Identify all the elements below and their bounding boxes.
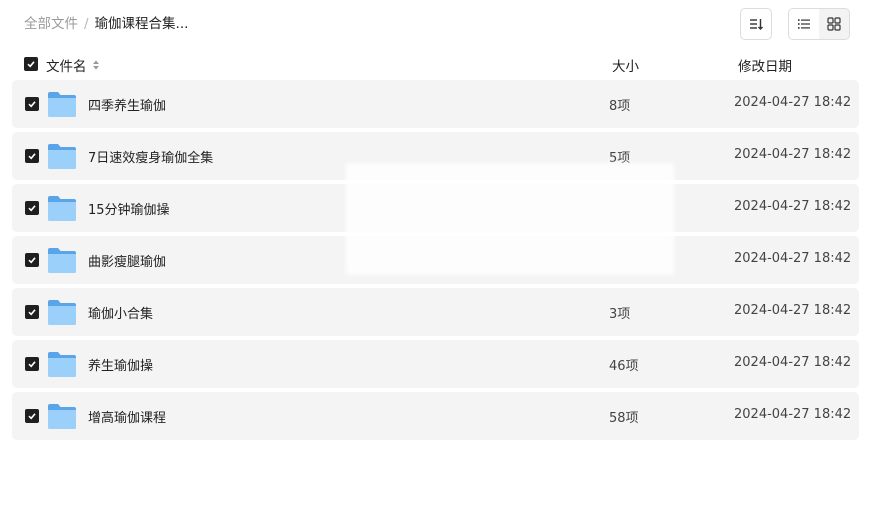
file-name[interactable]: 养生瑜伽操 (88, 355, 153, 374)
sort-button[interactable] (740, 8, 772, 40)
file-size: 46项 (609, 359, 639, 374)
view-toggle (788, 8, 850, 40)
file-date: 2024-04-27 18:42 (734, 355, 852, 370)
file-date: 2024-04-27 18:42 (734, 407, 852, 422)
folder-icon (48, 248, 76, 273)
grid-view-icon (827, 17, 841, 31)
date-column-header[interactable]: 修改日期 (738, 55, 792, 75)
file-date: 2024-04-27 18:42 (734, 199, 852, 214)
check-icon (28, 101, 36, 108)
file-name[interactable]: 增高瑜伽课程 (88, 407, 166, 426)
folder-icon (48, 92, 76, 117)
breadcrumb: 全部文件 / 瑜伽课程合集... (24, 15, 188, 33)
sort-toggle-icon (92, 60, 99, 70)
file-date: 2024-04-27 18:42 (734, 147, 852, 162)
sort-desc-icon (750, 19, 763, 30)
breadcrumb-separator: / (84, 16, 89, 32)
check-icon (28, 413, 36, 420)
list-view-icon (798, 19, 810, 29)
file-date: 2024-04-27 18:42 (734, 95, 852, 110)
row-checkbox[interactable] (25, 253, 39, 267)
folder-icon (48, 144, 76, 169)
grid-view-button[interactable] (819, 9, 849, 39)
file-name[interactable]: 四季养生瑜伽 (88, 95, 166, 114)
table-header: 文件名 大小 修改日期 (0, 52, 874, 76)
table-row[interactable]: 瑜伽小合集 3项 2024-04-27 18:42 (12, 288, 859, 336)
folder-icon (48, 196, 76, 221)
check-icon (28, 309, 36, 316)
file-name[interactable]: 7日速效瘦身瑜伽全集 (88, 147, 213, 166)
row-checkbox[interactable] (25, 97, 39, 111)
size-column-header[interactable]: 大小 (612, 55, 639, 75)
row-checkbox[interactable] (25, 149, 39, 163)
folder-icon (48, 300, 76, 325)
breadcrumb-root[interactable]: 全部文件 (24, 16, 78, 32)
blur-overlay (346, 163, 674, 275)
table-row[interactable]: 增高瑜伽课程 58项 2024-04-27 18:42 (12, 392, 859, 440)
check-icon (28, 205, 36, 212)
list-view-button[interactable] (789, 9, 819, 39)
select-all-checkbox[interactable] (24, 57, 38, 71)
table-row[interactable]: 养生瑜伽操 46项 2024-04-27 18:42 (12, 340, 859, 388)
row-checkbox[interactable] (25, 357, 39, 371)
file-size: 58项 (609, 411, 639, 426)
folder-icon (48, 404, 76, 429)
file-size: 8项 (609, 99, 631, 114)
top-bar: 全部文件 / 瑜伽课程合集... (0, 0, 874, 48)
file-date: 2024-04-27 18:42 (734, 303, 852, 318)
file-size: 3项 (609, 307, 631, 322)
breadcrumb-current: 瑜伽课程合集... (94, 16, 189, 32)
check-icon (28, 257, 36, 264)
row-checkbox[interactable] (25, 201, 39, 215)
check-icon (28, 153, 36, 160)
file-name[interactable]: 瑜伽小合集 (88, 303, 153, 322)
name-column-label: 文件名 (46, 59, 87, 75)
folder-icon (48, 352, 76, 377)
row-checkbox[interactable] (25, 409, 39, 423)
check-icon (27, 61, 35, 68)
file-name[interactable]: 曲影瘦腿瑜伽 (88, 251, 166, 270)
table-row[interactable]: 四季养生瑜伽 8项 2024-04-27 18:42 (12, 80, 859, 128)
row-checkbox[interactable] (25, 305, 39, 319)
check-icon (28, 361, 36, 368)
file-date: 2024-04-27 18:42 (734, 251, 852, 266)
name-column-header[interactable]: 文件名 (46, 55, 101, 75)
file-name[interactable]: 15分钟瑜伽操 (88, 199, 170, 218)
